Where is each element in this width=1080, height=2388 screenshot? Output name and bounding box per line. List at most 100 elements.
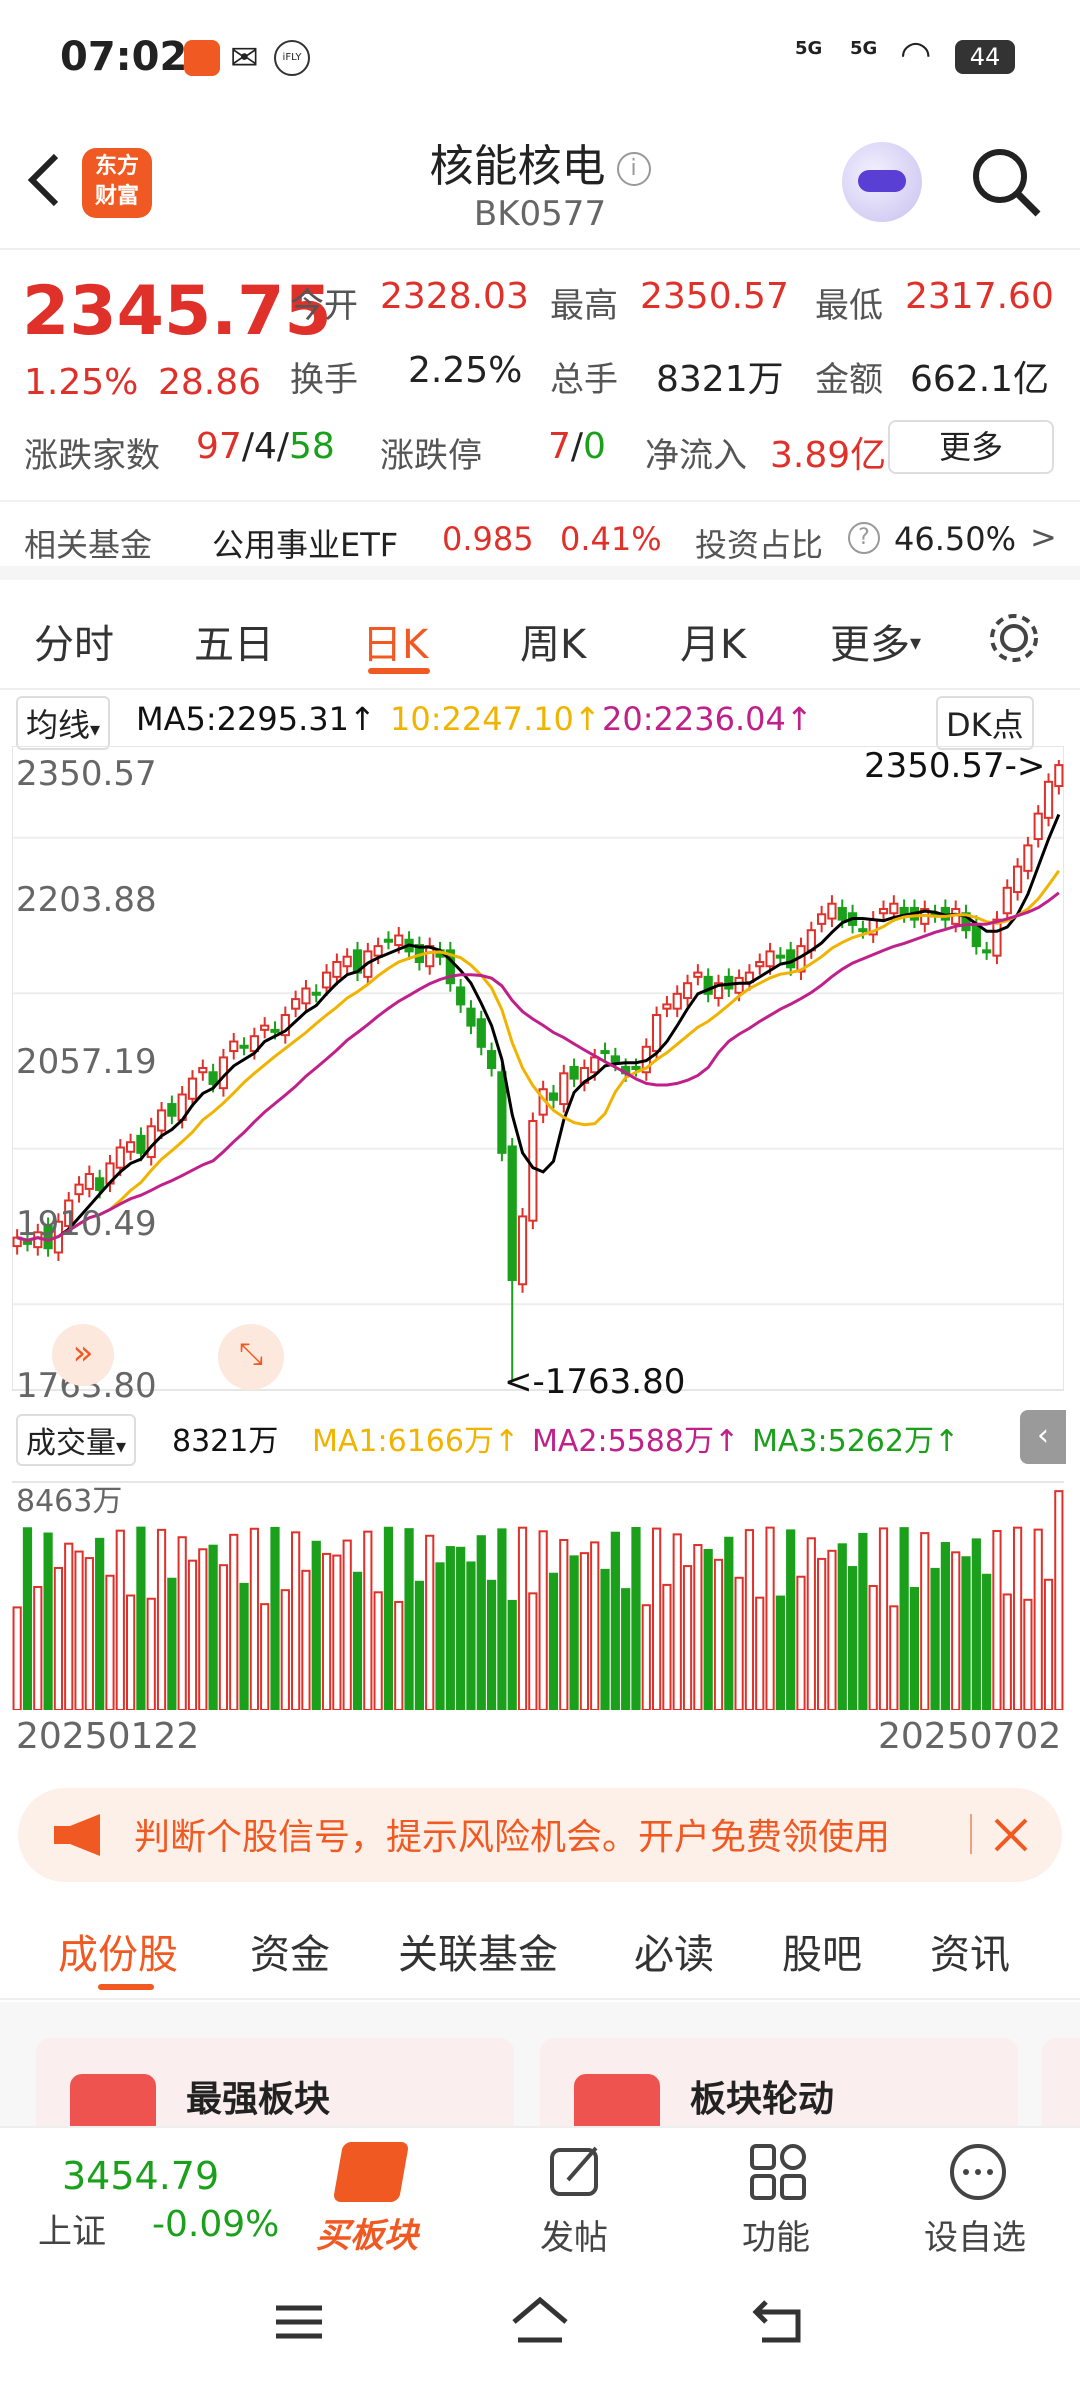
volume-bar — [198, 1548, 208, 1710]
y-tick-label: 2350.57 — [16, 754, 157, 794]
collapse-panel-icon[interactable]: ‹ — [1020, 1410, 1066, 1464]
menu-icon[interactable] — [274, 2302, 324, 2342]
volume-bar — [332, 1554, 342, 1710]
volume-bar — [909, 1587, 920, 1710]
tab-daily-k[interactable]: 日K — [362, 612, 428, 670]
buy-sector-icon[interactable] — [332, 2142, 410, 2202]
banner-text[interactable]: 判断个股信号，提示风险机会。开户免费领使用 — [134, 1808, 890, 1860]
volume-bar — [610, 1531, 620, 1710]
assistant-robot-icon[interactable] — [842, 142, 922, 222]
index-name[interactable]: 上证 — [38, 2204, 106, 2253]
volume-bar — [538, 1530, 548, 1710]
netflow-label: 净流入 — [645, 436, 747, 476]
function-label[interactable]: 功能 — [742, 2210, 810, 2259]
close-icon[interactable] — [992, 1816, 1030, 1854]
watchlist-label[interactable]: 设自选 — [924, 2210, 1026, 2259]
volume-bar — [177, 1536, 187, 1710]
candle-body — [528, 1120, 538, 1222]
candle-body — [600, 1050, 610, 1055]
fund-label: 相关基金 — [24, 526, 153, 564]
buy-sector-label[interactable]: 买板块 — [316, 2208, 418, 2257]
expand-sidebar-icon[interactable]: » — [52, 1324, 114, 1386]
ma20-value: 20:2236.04↑ — [602, 700, 813, 738]
candle-body — [693, 971, 703, 978]
candle-body — [125, 1141, 136, 1153]
volume-bar — [693, 1544, 703, 1710]
volume-bar — [260, 1603, 270, 1710]
fullscreen-icon[interactable]: ⤡ — [218, 1324, 284, 1390]
tab-must-read[interactable]: 必读 — [634, 1922, 714, 1980]
home-icon[interactable] — [510, 2296, 570, 2346]
tab-weekly-k[interactable]: 周K — [520, 612, 586, 670]
kline-svg[interactable] — [12, 746, 1064, 1710]
related-fund-row[interactable]: 相关基金 公用事业ETF 0.985 0.41% 投资占比 ? 46.50% > — [0, 500, 1080, 580]
candle-body — [342, 955, 352, 968]
volume-bar — [982, 1573, 992, 1710]
candle-body — [817, 913, 827, 925]
fund-name[interactable]: 公用事业ETF — [212, 520, 398, 566]
board-code: BK0577 — [473, 194, 607, 234]
add-watchlist-icon[interactable] — [948, 2142, 1008, 2202]
post-label[interactable]: 发帖 — [540, 2210, 608, 2259]
dk-point-button[interactable]: DK点 — [936, 696, 1034, 750]
volume-bar — [239, 1582, 249, 1710]
tab-funds-flow[interactable]: 资金 — [250, 1922, 330, 1980]
index-change[interactable]: -0.09% — [152, 2204, 279, 2245]
tab-news[interactable]: 资讯 — [930, 1922, 1010, 1980]
index-value[interactable]: 3454.79 — [62, 2154, 219, 2198]
candle-body — [301, 987, 311, 1005]
info-icon[interactable]: i — [616, 152, 651, 186]
section-tabs: 成份股 资金 关联基金 必读 股吧 资讯 — [0, 1900, 1080, 2000]
volume-bar — [672, 1533, 682, 1710]
candle-body — [476, 1018, 486, 1048]
volume-bar — [961, 1556, 971, 1710]
candle-body — [548, 1092, 559, 1101]
candle-body — [311, 991, 321, 996]
help-icon[interactable]: ? — [848, 522, 880, 554]
chevron-right-icon[interactable]: > — [1030, 518, 1057, 556]
volume-bar — [456, 1546, 466, 1710]
candle-body — [682, 982, 693, 1000]
candle-body — [260, 1024, 270, 1031]
volume-bar — [621, 1588, 631, 1710]
open-label: 今开 — [290, 286, 358, 326]
tab-related-funds[interactable]: 关联基金 — [398, 1922, 558, 1980]
candle-body — [889, 902, 899, 915]
volume-bar — [579, 1552, 590, 1710]
volume-bar — [229, 1533, 239, 1710]
kline-chart[interactable]: 2350.57 2203.88 2057.19 1910.49 1763.80 … — [12, 746, 1066, 1746]
candle-body — [1033, 812, 1043, 841]
candle-body — [291, 998, 301, 1010]
tab-minute[interactable]: 分时 — [34, 612, 114, 670]
tab-five-day[interactable]: 五日 — [194, 612, 274, 670]
tab-monthly-k[interactable]: 月K — [680, 612, 746, 670]
candle-body — [497, 1071, 507, 1154]
volume-bar — [187, 1559, 198, 1710]
volume-bar — [74, 1550, 84, 1710]
promo-banner[interactable]: 判断个股信号，提示风险机会。开户免费领使用 — [18, 1788, 1062, 1882]
more-button[interactable]: 更多 — [888, 420, 1054, 474]
search-icon[interactable] — [970, 146, 1044, 220]
candle-body — [517, 1215, 528, 1286]
candle-body — [610, 1055, 620, 1064]
volume-bar — [682, 1565, 693, 1710]
volume-bar — [95, 1537, 105, 1710]
period-tabs: 分时 五日 日K 周K 月K 更多▾ — [0, 590, 1080, 690]
candle-body — [631, 1065, 641, 1070]
quote-panel: 2345.75 1.25% 28.86 今开 2328.03 最高 2350.5… — [0, 250, 1080, 490]
edit-post-icon[interactable] — [546, 2142, 606, 2202]
settings-gear-icon[interactable] — [986, 610, 1042, 666]
high-label: 最高 — [550, 286, 618, 326]
volume-bar — [497, 1528, 507, 1710]
tab-more[interactable]: 更多▾ — [830, 612, 921, 670]
volume-bar — [765, 1526, 775, 1710]
tab-forum[interactable]: 股吧 — [782, 1922, 862, 1980]
volume-selector[interactable]: 成交量▾ — [16, 1414, 137, 1466]
ma-selector[interactable]: 均线▾ — [16, 696, 111, 750]
volume-bar — [301, 1569, 311, 1710]
tab-constituents[interactable]: 成份股 — [58, 1922, 178, 1980]
back-nav-icon[interactable] — [752, 2298, 804, 2344]
volume-bar — [507, 1599, 517, 1710]
function-grid-icon[interactable] — [748, 2142, 808, 2202]
volume-bar — [218, 1564, 229, 1710]
